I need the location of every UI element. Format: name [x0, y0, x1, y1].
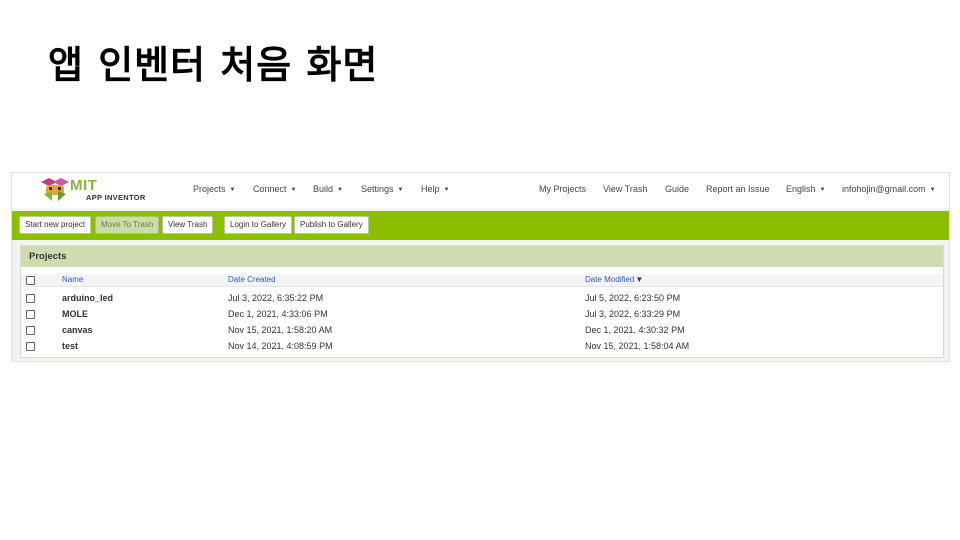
table-row[interactable]: MOLE Dec 1, 2021, 4:33:06 PM Jul 3, 2022… [21, 307, 943, 323]
column-header-label: Date Modified [585, 275, 635, 284]
menu-label: Build [313, 184, 334, 194]
project-name[interactable]: test [62, 341, 78, 351]
menu-label: Projects [193, 184, 226, 194]
top-navigation-bar: MIT APP INVENTOR Projects ▼ Connect ▼ Buil… [12, 173, 949, 208]
language-menu[interactable]: English ▼ [786, 184, 825, 194]
project-date-modified: Jul 3, 2022, 6:33:29 PM [585, 309, 681, 319]
project-date-created: Nov 15, 2021, 1:58:20 AM [228, 325, 333, 335]
logo-mit-text: MIT [70, 177, 98, 194]
project-date-modified: Jul 5, 2022, 6:23:50 PM [585, 293, 681, 303]
guide-link[interactable]: Guide [665, 184, 689, 194]
project-date-created: Nov 14, 2021, 4:08:59 PM [228, 341, 333, 351]
menu-label: Settings [361, 184, 394, 194]
language-label: English [786, 184, 816, 194]
row-checkbox[interactable] [26, 342, 35, 351]
view-trash-button[interactable]: View Trash [162, 216, 214, 234]
project-date-modified: Dec 1, 2021, 4:30:32 PM [585, 325, 685, 335]
project-name[interactable]: MOLE [62, 309, 88, 319]
menu-connect[interactable]: Connect ▼ [253, 184, 296, 194]
column-header-date-created[interactable]: Date Created [228, 275, 276, 284]
row-checkbox[interactable] [26, 326, 35, 335]
view-trash-link[interactable]: View Trash [603, 184, 647, 194]
project-date-modified: Nov 15, 2021, 1:58:04 AM [585, 341, 690, 351]
account-email: infohojin@gmail.com [842, 184, 926, 194]
table-row[interactable]: test Nov 14, 2021, 4:08:59 PM Nov 15, 20… [21, 339, 943, 355]
project-date-created: Dec 1, 2021, 4:33:06 PM [228, 309, 328, 319]
select-all-checkbox[interactable] [26, 276, 35, 285]
dropdown-caret-icon: ▼ [290, 187, 297, 193]
dropdown-caret-icon: ▼ [819, 187, 826, 193]
projects-panel: Projects Name Date Created Date Modified… [20, 245, 944, 358]
table-row[interactable]: canvas Nov 15, 2021, 1:58:20 AM Dec 1, 2… [21, 323, 943, 339]
menu-settings[interactable]: Settings ▼ [361, 184, 403, 194]
move-to-trash-button[interactable]: Move To Trash [95, 216, 160, 234]
dropdown-caret-icon: ▼ [337, 187, 343, 193]
app-inventor-screenshot: MIT APP INVENTOR Projects ▼ Connect ▼ Buil… [11, 172, 950, 362]
menu-label: Connect [253, 184, 287, 194]
projects-panel-title: Projects [21, 246, 943, 267]
project-name[interactable]: canvas [62, 325, 93, 335]
logo-subtitle: APP INVENTOR [86, 193, 146, 202]
table-row[interactable]: arduino_led Jul 3, 2022, 6:35:22 PM Jul … [21, 291, 943, 307]
column-header-date-modified[interactable]: Date Modified▼ [585, 275, 643, 284]
sort-desc-icon: ▼ [635, 275, 644, 284]
project-name[interactable]: arduino_led [62, 293, 113, 303]
row-checkbox[interactable] [26, 310, 35, 319]
account-menu[interactable]: infohojin@gmail.com ▼ [842, 184, 936, 194]
row-checkbox[interactable] [26, 294, 35, 303]
dropdown-caret-icon: ▼ [397, 187, 404, 193]
menu-label: Help [421, 184, 440, 194]
menu-help[interactable]: Help ▼ [421, 184, 449, 194]
start-new-project-button[interactable]: Start new project [19, 216, 92, 234]
menu-projects[interactable]: Projects ▼ [193, 184, 235, 194]
login-to-gallery-button[interactable]: Login to Gallery [224, 216, 293, 234]
project-date-created: Jul 3, 2022, 6:35:22 PM [228, 293, 324, 303]
report-issue-link[interactable]: Report an Issue [706, 184, 770, 194]
publish-to-gallery-button[interactable]: Publish to Gallery [294, 216, 369, 234]
slide-title: 앱 인벤터 처음 화면 [48, 43, 379, 87]
app-inventor-bee-icon [41, 178, 69, 201]
dropdown-caret-icon: ▼ [229, 187, 236, 193]
dropdown-caret-icon: ▼ [443, 187, 450, 193]
app-inventor-logo[interactable]: MIT APP INVENTOR [38, 176, 148, 206]
column-header-name[interactable]: Name [62, 275, 83, 284]
project-toolbar: Start new project Move To Trash View Tra… [12, 211, 949, 240]
menu-build[interactable]: Build ▼ [313, 184, 343, 194]
my-projects-link[interactable]: My Projects [539, 184, 586, 194]
projects-table-header: Name Date Created Date Modified▼ [21, 274, 943, 287]
dropdown-caret-icon: ▼ [929, 187, 936, 193]
